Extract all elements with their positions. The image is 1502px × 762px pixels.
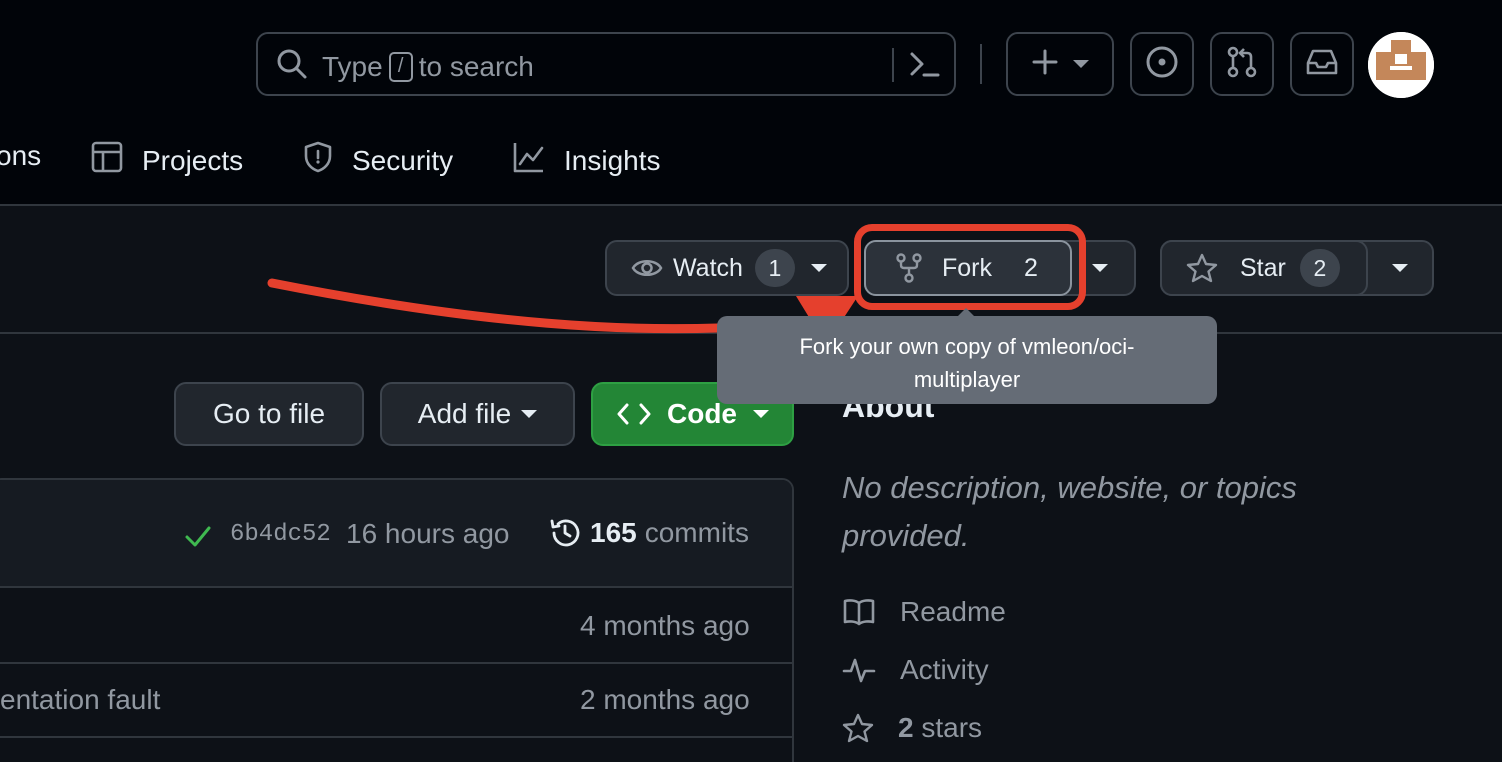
go-to-file-label: Go to file bbox=[212, 398, 326, 429]
stars-link[interactable]: 2 stars bbox=[842, 712, 982, 744]
add-file-label: Add file bbox=[417, 398, 512, 429]
stars-count: 2 bbox=[898, 712, 914, 743]
pulse-icon bbox=[842, 655, 876, 685]
row-divider bbox=[0, 662, 792, 664]
history-icon bbox=[548, 516, 582, 550]
commits-label: commits bbox=[644, 517, 749, 548]
book-icon bbox=[842, 597, 876, 627]
readme-label: Readme bbox=[900, 596, 1006, 627]
activity-link[interactable]: Activity bbox=[842, 654, 989, 686]
go-to-file-button[interactable]: Go to file bbox=[174, 382, 364, 446]
about-description: No description, website, or topics provi… bbox=[842, 470, 1297, 553]
commit-hash-link[interactable]: 6b4dc52 bbox=[230, 521, 331, 548]
chevron-down-icon bbox=[753, 410, 769, 418]
file-row-time: 2 months ago bbox=[580, 684, 750, 715]
star-icon bbox=[842, 712, 874, 744]
stars-label: stars bbox=[921, 712, 983, 743]
add-file-button[interactable]: Add file bbox=[380, 382, 575, 446]
commits-link[interactable]: 165 commits bbox=[548, 516, 749, 550]
row-divider bbox=[0, 586, 792, 588]
file-row-time: 4 months ago bbox=[580, 610, 750, 641]
chevron-down-icon bbox=[521, 410, 538, 418]
code-icon bbox=[617, 401, 651, 427]
commit-time: 16 hours ago bbox=[346, 518, 510, 549]
row-divider bbox=[0, 736, 792, 738]
activity-label: Activity bbox=[900, 654, 989, 685]
readme-link[interactable]: Readme bbox=[842, 596, 1006, 628]
fork-tooltip: Fork your own copy of vmleon/oci-multipl… bbox=[717, 316, 1217, 404]
file-row-message[interactable]: entation fault bbox=[0, 684, 160, 716]
commits-count: 165 bbox=[590, 517, 637, 548]
check-icon bbox=[184, 522, 212, 555]
